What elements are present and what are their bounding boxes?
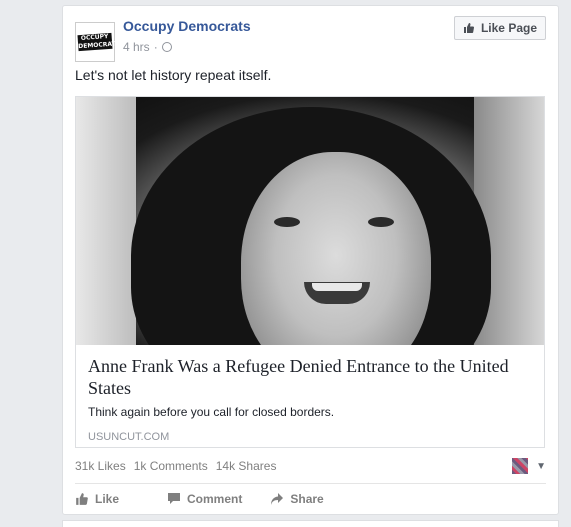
comment-button[interactable]: Comment xyxy=(167,492,242,506)
thumbs-up-icon xyxy=(463,22,475,34)
page-name-link[interactable]: Occupy Democrats xyxy=(123,18,251,34)
shares-count[interactable]: 14k Shares xyxy=(216,459,277,473)
link-preview-description: Think again before you call for closed b… xyxy=(88,405,335,419)
link-preview-image[interactable] xyxy=(76,97,544,345)
photo-teeth xyxy=(312,283,362,291)
like-page-label: Like Page xyxy=(480,21,537,35)
like-button[interactable]: Like xyxy=(75,492,119,506)
like-label: Like xyxy=(95,492,120,506)
link-preview-body: Anne Frank Was a Refugee Denied Entrance… xyxy=(76,345,544,443)
timestamp-link[interactable]: 4 hrs xyxy=(123,40,150,54)
post-actions: Like Comment Share xyxy=(75,490,546,508)
post-text: Let's not let history repeat itself. xyxy=(75,67,272,83)
link-preview[interactable]: Anne Frank Was a Refugee Denied Entrance… xyxy=(75,96,545,448)
page-avatar[interactable]: OCCUPY DEMOCRATS xyxy=(75,22,121,62)
photo-eye-left xyxy=(274,217,300,227)
engagement-stats: 31k Likes 1k Comments 14k Shares ▼ xyxy=(75,458,546,474)
share-label: Share xyxy=(290,492,324,506)
comment-icon xyxy=(168,493,181,504)
thumbs-up-icon xyxy=(76,493,88,505)
link-preview-title[interactable]: Anne Frank Was a Refugee Denied Entrance… xyxy=(88,355,532,399)
post-header: OCCUPY DEMOCRATS Occupy Democrats 4 hrs … xyxy=(75,16,546,62)
share-icon xyxy=(271,493,284,505)
like-page-button[interactable]: Like Page xyxy=(453,16,546,40)
share-button[interactable]: Share xyxy=(270,492,324,506)
actions-divider xyxy=(75,483,546,484)
next-post-card xyxy=(62,520,559,527)
meta-separator: · xyxy=(153,40,158,54)
link-preview-domain: USUNCUT.COM xyxy=(88,431,170,443)
globe-icon[interactable] xyxy=(161,42,172,52)
chevron-down-icon[interactable]: ▼ xyxy=(536,461,546,472)
comment-label: Comment xyxy=(187,492,243,506)
photo-background-left xyxy=(76,97,136,345)
post-card: OCCUPY DEMOCRATS Occupy Democrats 4 hrs … xyxy=(62,5,559,515)
viewer-avatar[interactable] xyxy=(512,458,529,474)
likes-count[interactable]: 31k Likes xyxy=(75,459,126,473)
comments-count[interactable]: 1k Comments xyxy=(134,459,208,473)
post-meta: 4 hrs · xyxy=(123,40,172,54)
photo-eye-right xyxy=(368,217,394,227)
avatar-logo: OCCUPY DEMOCRATS xyxy=(77,32,121,52)
